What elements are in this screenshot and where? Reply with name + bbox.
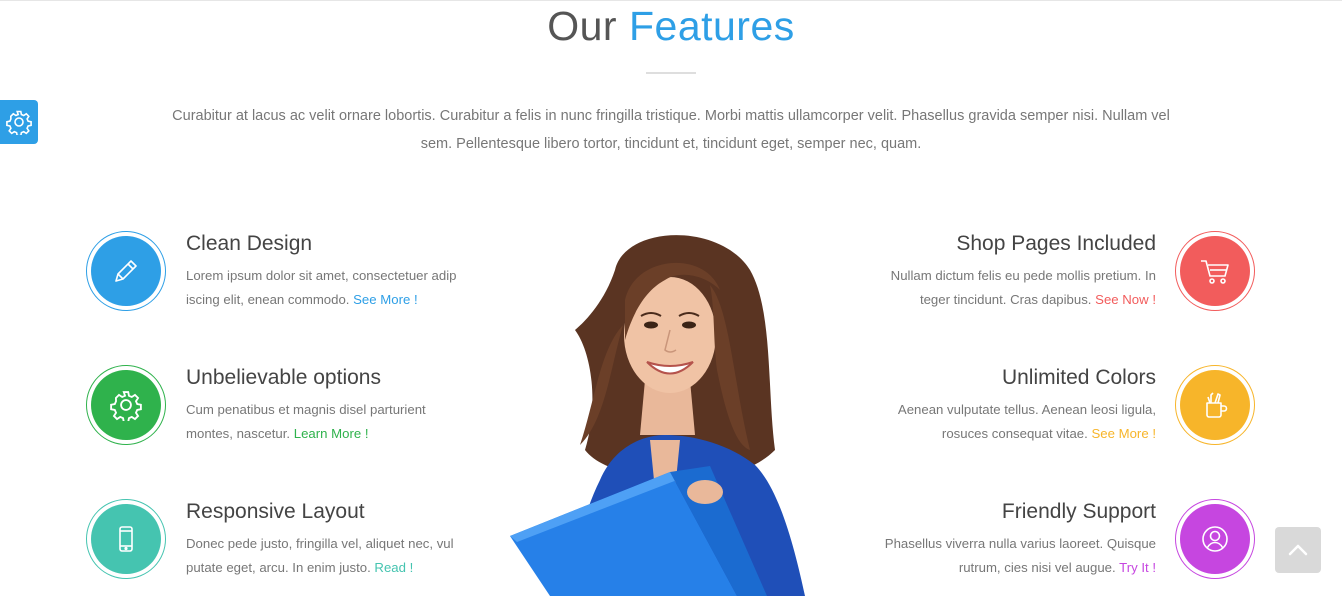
chevron-up-icon <box>1288 544 1308 556</box>
feature-description: Phasellus viverra nulla varius laoreet. … <box>884 536 1156 575</box>
unlimited-colors-badge <box>1175 365 1255 445</box>
see-more-link[interactable]: See More ! <box>1091 426 1156 441</box>
shop-pages-badge <box>1175 231 1255 311</box>
feature-text: Donec pede justo, fringilla vel, aliquet… <box>186 532 466 580</box>
see-now-link[interactable]: See Now ! <box>1095 292 1156 307</box>
feature-text: Aenean vulputate tellus. Aenean leosi li… <box>866 398 1156 446</box>
responsive-badge <box>86 499 166 579</box>
feature-responsive-layout: Responsive Layout Donec pede justo, frin… <box>186 499 466 580</box>
feature-title: Unlimited Colors <box>1001 366 1156 389</box>
see-more-link[interactable]: See More ! <box>353 292 418 307</box>
mobile-icon <box>119 526 133 552</box>
top-border <box>0 0 1342 1</box>
learn-more-link[interactable]: Learn More ! <box>294 426 369 441</box>
read-link[interactable]: Read ! <box>374 560 413 575</box>
feature-unlimited-colors: Unlimited Colors Aenean vulputate tellus… <box>866 365 1156 446</box>
section-intro: Curabitur at lacus ac velit ornare lobor… <box>172 108 1170 152</box>
feature-text: Cum penatibus et magnis disel parturient… <box>186 398 466 446</box>
woman-with-folder-image <box>510 235 805 596</box>
feature-description: Donec pede justo, fringilla vel, aliquet… <box>186 536 454 575</box>
feature-text: Nullam dictum felis eu pede mollis preti… <box>866 264 1156 312</box>
feature-text: Phasellus viverra nulla varius laoreet. … <box>866 532 1156 580</box>
feature-title: Unbelievable options <box>186 366 381 389</box>
clean-design-badge <box>86 231 166 311</box>
options-badge <box>86 365 166 445</box>
feature-clean-design: Clean Design Lorem ipsum dolor sit amet,… <box>186 231 466 312</box>
back-to-top-button[interactable] <box>1275 527 1321 573</box>
cart-icon <box>1201 260 1229 284</box>
gear-icon <box>6 110 32 135</box>
settings-toggle-button[interactable] <box>0 100 38 144</box>
feature-text: Lorem ipsum dolor sit amet, consectetuer… <box>186 264 466 312</box>
user-circle-icon <box>1202 526 1228 552</box>
gear-icon <box>110 391 142 421</box>
section-title-plain: Our <box>547 3 618 49</box>
feature-title: Clean Design <box>186 232 313 255</box>
feature-unbelievable-options: Unbelievable options Cum penatibus et ma… <box>186 365 466 446</box>
brush-cup-icon <box>1206 392 1228 418</box>
feature-title: Shop Pages Included <box>956 232 1156 255</box>
section-title: Our Features <box>0 2 1342 50</box>
feature-shop-pages: Shop Pages Included Nullam dictum felis … <box>866 231 1156 312</box>
pencil-icon <box>115 260 137 282</box>
feature-friendly-support: Friendly Support Phasellus viverra nulla… <box>866 499 1156 580</box>
friendly-support-badge <box>1175 499 1255 579</box>
feature-title: Friendly Support <box>1001 500 1156 523</box>
section-title-accent: Features <box>628 3 795 49</box>
feature-title: Responsive Layout <box>186 500 365 523</box>
title-divider <box>646 72 696 74</box>
try-it-link[interactable]: Try It ! <box>1119 560 1156 575</box>
